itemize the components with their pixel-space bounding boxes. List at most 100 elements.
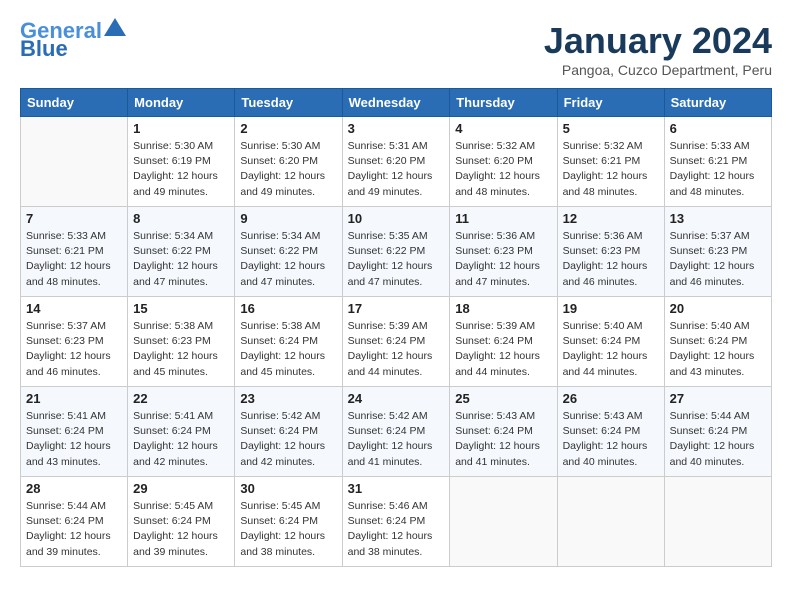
day-number: 31 bbox=[348, 481, 445, 496]
day-number: 25 bbox=[455, 391, 551, 406]
day-info: Sunrise: 5:42 AM Sunset: 6:24 PM Dayligh… bbox=[348, 409, 445, 470]
day-number: 26 bbox=[563, 391, 659, 406]
calendar-cell: 31 Sunrise: 5:46 AM Sunset: 6:24 PM Dayli… bbox=[342, 477, 450, 567]
calendar-cell: 9Sunrise: 5:34 AM Sunset: 6:22 PM Daylig… bbox=[235, 207, 342, 297]
day-number: 18 bbox=[455, 301, 551, 316]
day-info: Sunrise: 5:45 AM Sunset: 6:24 PM Dayligh… bbox=[240, 499, 336, 560]
calendar-cell: 18 Sunrise: 5:39 AM Sunset: 6:24 PM Dayli… bbox=[450, 297, 557, 387]
calendar-cell: 8 Sunrise: 5:34 AM Sunset: 6:22 PM Daylig… bbox=[128, 207, 235, 297]
calendar-cell bbox=[450, 477, 557, 567]
day-number: 4 bbox=[455, 121, 551, 136]
day-info: Sunrise: 5:39 AM Sunset: 6:24 PM Dayligh… bbox=[348, 319, 445, 380]
day-number: 29 bbox=[133, 481, 229, 496]
day-number: 2 bbox=[240, 121, 336, 136]
calendar-cell: 1 Sunrise: 5:30 AM Sunset: 6:19 PM Daylig… bbox=[128, 117, 235, 207]
calendar-cell: 22Sunrise: 5:41 AM Sunset: 6:24 PM Dayli… bbox=[128, 387, 235, 477]
logo-blue: Blue bbox=[20, 38, 68, 60]
calendar-cell: 15 Sunrise: 5:38 AM Sunset: 6:23 PM Dayli… bbox=[128, 297, 235, 387]
week-row-1: 1 Sunrise: 5:30 AM Sunset: 6:19 PM Daylig… bbox=[21, 117, 772, 207]
day-info: Sunrise: 5:36 AM Sunset: 6:23 PM Dayligh… bbox=[455, 229, 551, 290]
day-info: Sunrise: 5:35 AM Sunset: 6:22 PM Dayligh… bbox=[348, 229, 445, 290]
calendar-cell: 19 Sunrise: 5:40 AM Sunset: 6:24 PM Dayli… bbox=[557, 297, 664, 387]
day-number: 24 bbox=[348, 391, 445, 406]
day-info: Sunrise: 5:32 AM Sunset: 6:21 PM Dayligh… bbox=[563, 139, 659, 200]
calendar-cell: 4 Sunrise: 5:32 AM Sunset: 6:20 PM Daylig… bbox=[450, 117, 557, 207]
week-row-3: 14Sunrise: 5:37 AM Sunset: 6:23 PM Dayli… bbox=[21, 297, 772, 387]
calendar-cell: 24 Sunrise: 5:42 AM Sunset: 6:24 PM Dayli… bbox=[342, 387, 450, 477]
col-saturday: Saturday bbox=[664, 89, 771, 117]
day-info: Sunrise: 5:38 AM Sunset: 6:23 PM Dayligh… bbox=[133, 319, 229, 380]
calendar-cell: 17 Sunrise: 5:39 AM Sunset: 6:24 PM Dayli… bbox=[342, 297, 450, 387]
day-number: 28 bbox=[26, 481, 122, 496]
day-number: 23 bbox=[240, 391, 336, 406]
day-info: Sunrise: 5:33 AM Sunset: 6:21 PM Dayligh… bbox=[26, 229, 122, 290]
day-info: Sunrise: 5:44 AM Sunset: 6:24 PM Dayligh… bbox=[26, 499, 122, 560]
day-info: Sunrise: 5:40 AM Sunset: 6:24 PM Dayligh… bbox=[563, 319, 659, 380]
col-monday: Monday bbox=[128, 89, 235, 117]
calendar-cell bbox=[21, 117, 128, 207]
day-number: 6 bbox=[670, 121, 766, 136]
calendar-cell: 26 Sunrise: 5:43 AM Sunset: 6:24 PM Dayli… bbox=[557, 387, 664, 477]
calendar-cell bbox=[664, 477, 771, 567]
calendar-cell: 29Sunrise: 5:45 AM Sunset: 6:24 PM Dayli… bbox=[128, 477, 235, 567]
day-number: 19 bbox=[563, 301, 659, 316]
day-number: 11 bbox=[455, 211, 551, 226]
day-info: Sunrise: 5:34 AM Sunset: 6:22 PM Dayligh… bbox=[133, 229, 229, 290]
calendar-header-row: Sunday Monday Tuesday Wednesday Thursday… bbox=[21, 89, 772, 117]
col-thursday: Thursday bbox=[450, 89, 557, 117]
location-subtitle: Pangoa, Cuzco Department, Peru bbox=[544, 62, 772, 78]
calendar-cell: 23Sunrise: 5:42 AM Sunset: 6:24 PM Dayli… bbox=[235, 387, 342, 477]
week-row-2: 7 Sunrise: 5:33 AM Sunset: 6:21 PM Daylig… bbox=[21, 207, 772, 297]
day-info: Sunrise: 5:43 AM Sunset: 6:24 PM Dayligh… bbox=[455, 409, 551, 470]
page-header: General Blue January 2024 Pangoa, Cuzco … bbox=[20, 20, 772, 78]
day-number: 17 bbox=[348, 301, 445, 316]
calendar-cell bbox=[557, 477, 664, 567]
calendar-cell: 11 Sunrise: 5:36 AM Sunset: 6:23 PM Dayli… bbox=[450, 207, 557, 297]
day-info: Sunrise: 5:37 AM Sunset: 6:23 PM Dayligh… bbox=[26, 319, 122, 380]
day-number: 21 bbox=[26, 391, 122, 406]
col-sunday: Sunday bbox=[21, 89, 128, 117]
calendar-cell: 14Sunrise: 5:37 AM Sunset: 6:23 PM Dayli… bbox=[21, 297, 128, 387]
day-info: Sunrise: 5:30 AM Sunset: 6:19 PM Dayligh… bbox=[133, 139, 229, 200]
calendar-cell: 10 Sunrise: 5:35 AM Sunset: 6:22 PM Dayli… bbox=[342, 207, 450, 297]
day-number: 1 bbox=[133, 121, 229, 136]
day-info: Sunrise: 5:43 AM Sunset: 6:24 PM Dayligh… bbox=[563, 409, 659, 470]
week-row-5: 28 Sunrise: 5:44 AM Sunset: 6:24 PM Dayli… bbox=[21, 477, 772, 567]
month-title: January 2024 bbox=[544, 20, 772, 62]
day-info: Sunrise: 5:34 AM Sunset: 6:22 PM Dayligh… bbox=[240, 229, 336, 290]
day-number: 8 bbox=[133, 211, 229, 226]
day-info: Sunrise: 5:46 AM Sunset: 6:24 PM Dayligh… bbox=[348, 499, 445, 560]
calendar-cell: 30Sunrise: 5:45 AM Sunset: 6:24 PM Dayli… bbox=[235, 477, 342, 567]
col-wednesday: Wednesday bbox=[342, 89, 450, 117]
logo: General Blue bbox=[20, 20, 126, 60]
col-tuesday: Tuesday bbox=[235, 89, 342, 117]
calendar-cell: 27Sunrise: 5:44 AM Sunset: 6:24 PM Dayli… bbox=[664, 387, 771, 477]
title-section: January 2024 Pangoa, Cuzco Department, P… bbox=[544, 20, 772, 78]
day-info: Sunrise: 5:40 AM Sunset: 6:24 PM Dayligh… bbox=[670, 319, 766, 380]
day-number: 3 bbox=[348, 121, 445, 136]
calendar-cell: 5 Sunrise: 5:32 AM Sunset: 6:21 PM Daylig… bbox=[557, 117, 664, 207]
day-number: 16 bbox=[240, 301, 336, 316]
calendar-cell: 2Sunrise: 5:30 AM Sunset: 6:20 PM Daylig… bbox=[235, 117, 342, 207]
day-number: 27 bbox=[670, 391, 766, 406]
day-number: 22 bbox=[133, 391, 229, 406]
day-number: 12 bbox=[563, 211, 659, 226]
calendar-cell: 16 Sunrise: 5:38 AM Sunset: 6:24 PM Dayli… bbox=[235, 297, 342, 387]
day-info: Sunrise: 5:33 AM Sunset: 6:21 PM Dayligh… bbox=[670, 139, 766, 200]
calendar-cell: 6 Sunrise: 5:33 AM Sunset: 6:21 PM Daylig… bbox=[664, 117, 771, 207]
day-info: Sunrise: 5:38 AM Sunset: 6:24 PM Dayligh… bbox=[240, 319, 336, 380]
day-info: Sunrise: 5:39 AM Sunset: 6:24 PM Dayligh… bbox=[455, 319, 551, 380]
logo-icon bbox=[104, 18, 126, 36]
day-info: Sunrise: 5:41 AM Sunset: 6:24 PM Dayligh… bbox=[26, 409, 122, 470]
day-number: 13 bbox=[670, 211, 766, 226]
day-number: 15 bbox=[133, 301, 229, 316]
day-number: 5 bbox=[563, 121, 659, 136]
day-info: Sunrise: 5:36 AM Sunset: 6:23 PM Dayligh… bbox=[563, 229, 659, 290]
calendar-cell: 28 Sunrise: 5:44 AM Sunset: 6:24 PM Dayli… bbox=[21, 477, 128, 567]
day-number: 10 bbox=[348, 211, 445, 226]
day-info: Sunrise: 5:32 AM Sunset: 6:20 PM Dayligh… bbox=[455, 139, 551, 200]
day-number: 7 bbox=[26, 211, 122, 226]
day-info: Sunrise: 5:31 AM Sunset: 6:20 PM Dayligh… bbox=[348, 139, 445, 200]
col-friday: Friday bbox=[557, 89, 664, 117]
calendar-cell: 12 Sunrise: 5:36 AM Sunset: 6:23 PM Dayli… bbox=[557, 207, 664, 297]
